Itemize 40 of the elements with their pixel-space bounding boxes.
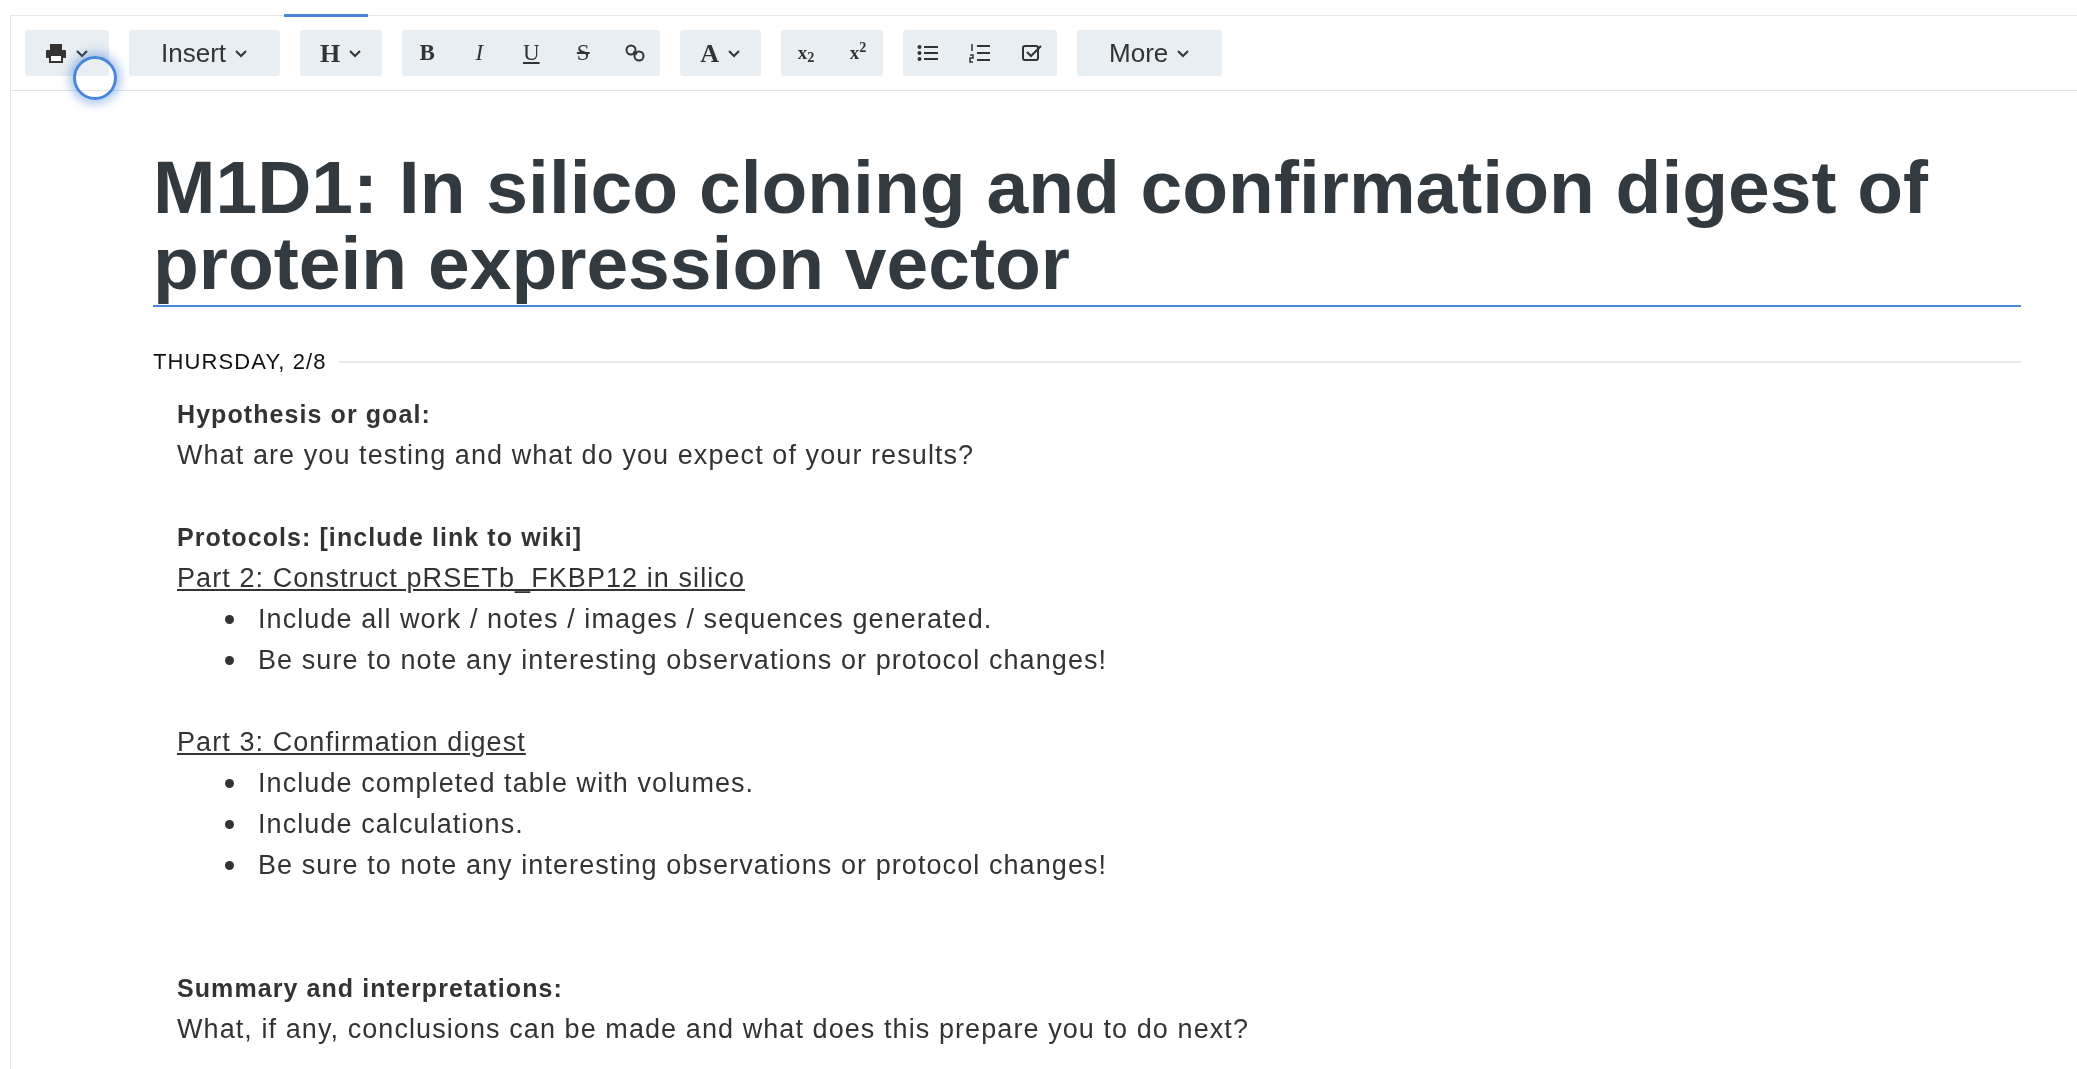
- list-item: Include completed table with volumes.: [258, 767, 755, 800]
- section-heading: Hypothesis or goal:: [177, 399, 432, 430]
- bullet-icon: [225, 820, 234, 829]
- format-button[interactable]: S: [558, 30, 609, 76]
- bullet-icon: [225, 615, 234, 624]
- menu-button[interactable]: More: [1077, 30, 1223, 76]
- bullet-icon: [225, 861, 234, 870]
- caret-icon: [727, 48, 742, 58]
- focus-ring: [73, 56, 117, 100]
- list-item: Be sure to note any interesting observations or protocol changes!: [258, 644, 1108, 677]
- bullet-icon: [225, 779, 234, 788]
- list-item: Include calculations.: [258, 808, 524, 841]
- menu-button[interactable]: Insert: [129, 30, 281, 76]
- format-button[interactable]: U: [506, 30, 557, 76]
- format-button[interactable]: A: [680, 30, 762, 76]
- format-button[interactable]: x$^{2}$: [833, 30, 884, 76]
- section-link[interactable]: Part 3: Confirmation digest: [177, 727, 526, 757]
- document-title: M1D1: In silico cloning and confirmation digest of protein expression vector: [153, 149, 2021, 307]
- date-label: THURSDAY, 2/8: [153, 348, 327, 376]
- format-button[interactable]: I: [454, 30, 505, 76]
- prompt-text: What are you testing and what do you expect of your results?: [177, 439, 976, 472]
- section-heading: Protocols: [include link to wiki]: [177, 522, 584, 553]
- caret-icon: [348, 48, 363, 58]
- list-item: Include all work / notes / images / sequences generated.: [258, 603, 993, 636]
- format-button[interactable]: H: [300, 30, 383, 76]
- format-button[interactable]: x$_{2}$: [781, 30, 832, 76]
- format-button[interactable]: B: [402, 30, 453, 76]
- caret-icon: [234, 48, 249, 58]
- section-heading: Summary and interpretations:: [177, 973, 564, 1004]
- list-item: Be sure to note any interesting observations or protocol changes!: [258, 849, 1108, 882]
- link-icon: [624, 42, 647, 64]
- section-link[interactable]: Part 2: Construct pRSETb_FKBP12 in silico: [177, 563, 745, 593]
- caret-icon: [1176, 48, 1191, 58]
- prompt-text: What, if any, conclusions can be made and what does this prepare you to do next?: [177, 1013, 1250, 1046]
- printer-icon: [45, 43, 67, 63]
- bullet-icon: [225, 656, 234, 665]
- bullet-list-icon: [917, 44, 940, 62]
- caret-icon: [75, 48, 89, 58]
- checkbox-icon: [1022, 44, 1043, 62]
- numbered-list-icon: [969, 43, 992, 63]
